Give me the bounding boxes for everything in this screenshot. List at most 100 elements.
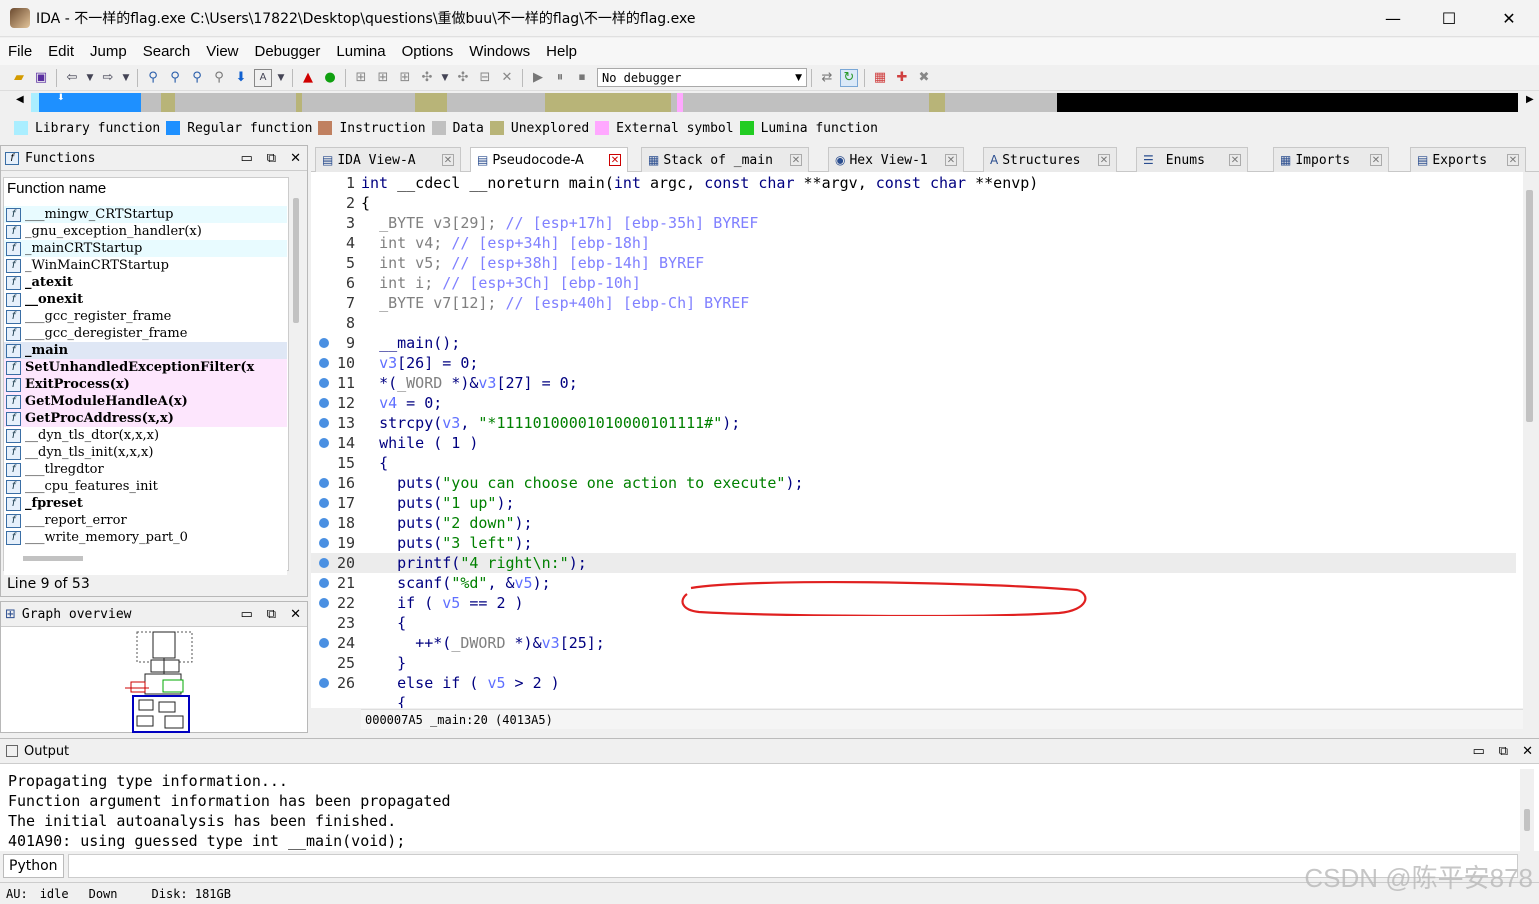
run-script-icon[interactable]: ↻: [840, 68, 858, 87]
close-panel-icon[interactable]: ✕: [1522, 744, 1533, 759]
close-button[interactable]: ✕: [1480, 0, 1538, 37]
function-row[interactable]: f _WinMainCRTStartup: [4, 257, 287, 274]
pause-icon[interactable]: ⏸: [551, 69, 569, 87]
struct-icon[interactable]: ✣: [418, 69, 436, 87]
function-row[interactable]: f __onexit: [4, 291, 287, 308]
debugger-select[interactable]: No debugger ▼: [597, 68, 807, 87]
code-line[interactable]: 26 else if ( v5 > 2 ): [311, 673, 1516, 693]
tab-pseudocode-a[interactable]: ▤ Pseudocode-A ✕: [470, 147, 628, 172]
data-icon[interactable]: ⊞: [396, 69, 414, 87]
code-line[interactable]: 23 {: [311, 613, 1516, 633]
function-row[interactable]: f ___gcc_register_frame: [4, 308, 287, 325]
maximize-button[interactable]: ☐: [1420, 0, 1478, 37]
output-scroll-thumb[interactable]: [1524, 809, 1530, 831]
pseudocode-view[interactable]: 1 int __cdecl __noreturn main(int argc, c…: [311, 172, 1523, 708]
float-panel-icon[interactable]: ⧉: [267, 607, 276, 622]
close-panel-icon[interactable]: ✕: [290, 607, 301, 622]
code-line[interactable]: 1 int __cdecl __noreturn main(int argc, c…: [311, 173, 1516, 193]
close-icon[interactable]: ✕: [945, 154, 957, 166]
code-line[interactable]: 7 _BYTE v7[12]; // [esp+40h] [ebp-Ch] BY…: [311, 293, 1516, 313]
settings-icon[interactable]: ▦: [871, 69, 889, 87]
code-scroll-thumb[interactable]: [1526, 190, 1533, 422]
green-circle-icon[interactable]: ●: [321, 69, 339, 87]
function-row[interactable]: f _atexit: [4, 274, 287, 291]
stop-icon[interactable]: ⏹: [573, 69, 591, 87]
output-scrollbar[interactable]: [1520, 769, 1534, 851]
save-icon[interactable]: ▣: [32, 69, 50, 87]
text-mode-icon[interactable]: A: [254, 68, 272, 87]
code-line[interactable]: 13 strcpy(v3, "*11110100001010000101111#…: [311, 413, 1516, 433]
code-line[interactable]: 4 int v4; // [esp+34h] [ebp-18h]: [311, 233, 1516, 253]
code-line[interactable]: 25 }: [311, 653, 1516, 673]
navigation-bar[interactable]: ⬇: [31, 93, 1518, 112]
float-panel-icon[interactable]: ⧉: [1499, 744, 1508, 759]
menu-jump[interactable]: Jump: [82, 43, 135, 60]
function-row[interactable]: f SetUnhandledExceptionFilter(x: [4, 359, 287, 376]
code-line[interactable]: 6 int i; // [esp+3Ch] [ebp-10h]: [311, 273, 1516, 293]
code-line[interactable]: 14 while ( 1 ): [311, 433, 1516, 453]
add-breakpoint-icon[interactable]: ✚: [893, 69, 911, 87]
code-line[interactable]: 9 __main();: [311, 333, 1516, 353]
forward-dropdown-icon[interactable]: ▼: [121, 69, 131, 87]
function-icon[interactable]: ⊞: [352, 69, 370, 87]
tab-imports[interactable]: ▦ Imports ✕: [1273, 147, 1389, 172]
function-row[interactable]: f _mainCRTStartup: [4, 240, 287, 257]
search-immediate-icon[interactable]: ⚲: [210, 69, 228, 87]
code-line[interactable]: 16 puts("you can choose one action to ex…: [311, 473, 1516, 493]
close-icon[interactable]: ✕: [442, 154, 454, 166]
code-line[interactable]: 24 ++*(_DWORD *)&v3[25];: [311, 633, 1516, 653]
menu-file[interactable]: File: [0, 43, 40, 60]
code-line[interactable]: {: [311, 693, 1516, 708]
function-name-column-header[interactable]: Function name: [4, 178, 288, 199]
forward-arrow-icon[interactable]: ⇨: [99, 69, 117, 87]
search-next-icon[interactable]: ⚲: [188, 69, 206, 87]
graph-overview-thumbnail[interactable]: [119, 630, 193, 734]
function-row[interactable]: f GetModuleHandleA(x): [4, 393, 287, 410]
text-mode-dropdown-icon[interactable]: ▼: [276, 69, 286, 87]
array-dropdown-icon[interactable]: ▼: [440, 69, 450, 87]
play-icon[interactable]: ▶: [529, 69, 547, 87]
search-binary-icon[interactable]: ⚲: [144, 69, 162, 87]
function-row[interactable]: f ___report_error: [4, 512, 287, 529]
remove-breakpoint-icon[interactable]: ✖: [915, 69, 933, 87]
function-row[interactable]: f ___gcc_deregister_frame: [4, 325, 287, 342]
close-icon[interactable]: ✕: [1229, 154, 1241, 166]
code-line[interactable]: 19 puts("3 left");: [311, 533, 1516, 553]
undefine-icon[interactable]: ✣: [454, 69, 472, 87]
code-line[interactable]: 11 *(_WORD *)&v3[27] = 0;: [311, 373, 1516, 393]
function-row[interactable]: f __dyn_tls_dtor(x,x,x): [4, 427, 287, 444]
tab-enums[interactable]: ☰ Enums ✕: [1136, 147, 1248, 172]
menu-edit[interactable]: Edit: [40, 43, 82, 60]
nav-left-arrow-icon[interactable]: ◀: [16, 94, 24, 105]
close-panel-icon[interactable]: ✕: [290, 151, 301, 166]
function-row[interactable]: f ___mingw_CRTStartup: [4, 206, 287, 223]
function-row[interactable]: f __dyn_tls_init(x,x,x): [4, 444, 287, 461]
code-line[interactable]: 10 v3[26] = 0;: [311, 353, 1516, 373]
code-line[interactable]: 5 int v5; // [esp+38h] [ebp-14h] BYREF: [311, 253, 1516, 273]
search-text-icon[interactable]: ⚲: [166, 69, 184, 87]
close-icon[interactable]: ✕: [790, 154, 802, 166]
close-icon[interactable]: ✕: [609, 154, 621, 166]
nav-right-arrow-icon[interactable]: ▶: [1526, 94, 1534, 105]
function-row[interactable]: f ExitProcess(x): [4, 376, 287, 393]
code-line[interactable]: 18 puts("2 down");: [311, 513, 1516, 533]
close-icon[interactable]: ✕: [1507, 154, 1519, 166]
float-panel-icon[interactable]: ⧉: [267, 151, 276, 166]
delete-icon[interactable]: ✕: [498, 69, 516, 87]
minimize-button[interactable]: —: [1364, 0, 1422, 37]
menu-view[interactable]: View: [198, 43, 246, 60]
close-icon[interactable]: ✕: [1098, 154, 1110, 166]
navigation-band[interactable]: ◀ ⬇ ▶: [0, 91, 1539, 114]
function-row[interactable]: f ___cpu_features_init: [4, 478, 287, 495]
functions-list[interactable]: f ___mingw_CRTStartup f _gnu_exception_han…: [4, 206, 287, 575]
maximize-panel-icon[interactable]: ▭: [1473, 744, 1485, 759]
python-language-button[interactable]: Python: [3, 854, 64, 878]
code-line[interactable]: 20 printf("4 right\n:");: [311, 553, 1516, 573]
maximize-panel-icon[interactable]: ▭: [241, 607, 253, 622]
code-icon[interactable]: ⊞: [374, 69, 392, 87]
functions-scrollbar[interactable]: [290, 198, 302, 570]
open-folder-icon[interactable]: ▰: [10, 69, 28, 87]
menu-search[interactable]: Search: [135, 43, 199, 60]
functions-hscroll-thumb[interactable]: [23, 556, 83, 561]
tab-structures[interactable]: A Structures ✕: [983, 147, 1117, 172]
